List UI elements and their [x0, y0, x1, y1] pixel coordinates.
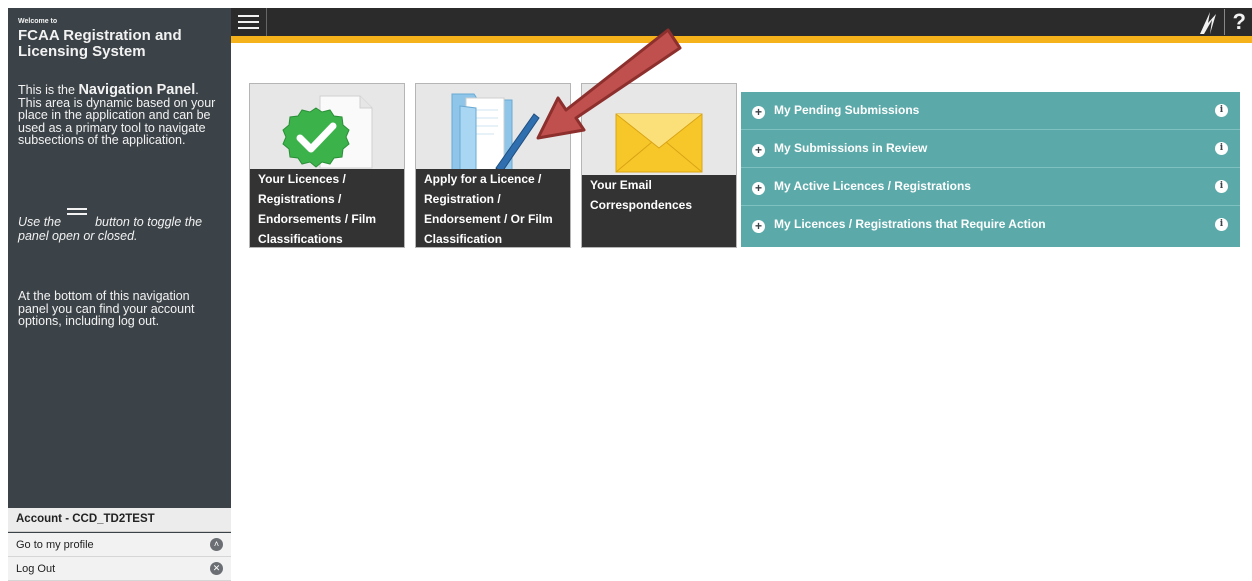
tile-caption: Apply for a Licence / Registration / End…	[416, 169, 570, 247]
submissions-accordion: + My Pending Submissions i + My Submissi…	[741, 92, 1240, 247]
info-icon[interactable]: i	[1215, 218, 1228, 231]
accordion-item-active-licences[interactable]: + My Active Licences / Registrations i	[741, 168, 1240, 206]
info-icon[interactable]: i	[1215, 180, 1228, 193]
menu-toggle-button[interactable]	[231, 8, 267, 36]
hamburger-icon	[67, 208, 89, 222]
chevron-up-circle-icon: ˄	[210, 538, 223, 551]
navigation-panel-intro: This is the Navigation Panel. This area …	[18, 82, 216, 147]
plus-icon: +	[752, 144, 765, 157]
app-frame: Welcome to FCAA Registration and Licensi…	[8, 8, 1252, 581]
plus-icon: +	[752, 106, 765, 119]
navigation-panel: Welcome to FCAA Registration and Licensi…	[8, 8, 231, 581]
go-to-profile-link[interactable]: Go to my profile ˄	[8, 533, 231, 557]
accordion-item-submissions-in-review[interactable]: + My Submissions in Review i	[741, 130, 1240, 168]
plus-icon: +	[752, 182, 765, 195]
top-bar: ?	[231, 8, 1252, 43]
account-options-note: At the bottom of this navigation panel y…	[18, 289, 195, 328]
saskatchewan-logo	[1200, 12, 1216, 34]
info-icon[interactable]: i	[1215, 104, 1228, 117]
tile-caption: Your Email Correspondences	[582, 175, 736, 247]
tile-your-licences[interactable]: Your Licences / Registrations / Endorsem…	[249, 83, 405, 248]
accordion-item-pending-submissions[interactable]: + My Pending Submissions i	[741, 92, 1240, 130]
toggle-instructions: Use the button to toggle the panel open o…	[18, 208, 223, 243]
green-checkmark-document-icon	[282, 95, 373, 169]
close-circle-icon: ✕	[210, 562, 223, 575]
help-button[interactable]: ?	[1223, 9, 1246, 35]
welcome-text: Welcome to	[18, 18, 58, 25]
accordion-item-require-action[interactable]: + My Licences / Registrations that Requi…	[741, 206, 1240, 244]
tile-caption: Your Licences / Registrations / Endorsem…	[250, 169, 404, 247]
info-icon[interactable]: i	[1215, 142, 1228, 155]
account-label: Account - CCD_TD2TEST	[8, 508, 231, 532]
annotation-arrow	[536, 28, 682, 140]
app-title: FCAA Registration and Licensing System	[18, 27, 182, 60]
log-out-link[interactable]: Log Out ✕	[8, 557, 231, 581]
plus-icon: +	[752, 220, 765, 233]
